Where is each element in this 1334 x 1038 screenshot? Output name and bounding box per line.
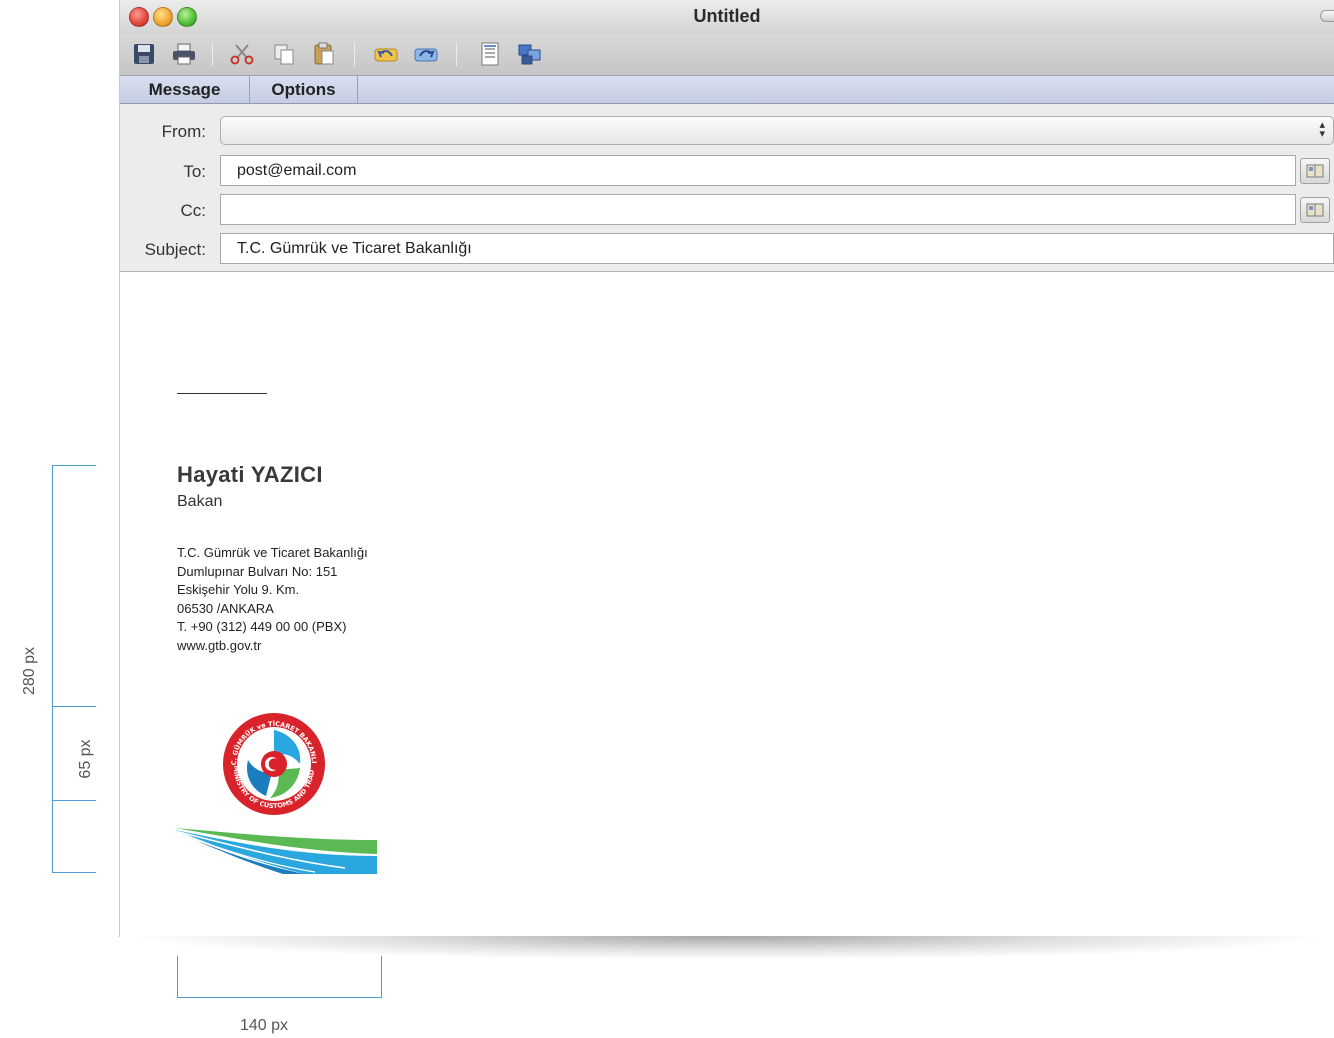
to-field[interactable]: post@email.com — [220, 155, 1296, 186]
subject-label: Subject: — [144, 240, 206, 259]
tab-bar: Message Options — [120, 75, 1334, 104]
paste-icon[interactable] — [310, 40, 338, 68]
height-guide — [52, 465, 96, 873]
brand-swoosh-graphic — [175, 828, 377, 874]
subject-field[interactable]: T.C. Gümrük ve Ticaret Bakanlığı — [220, 233, 1334, 264]
address-line: 06530 /ANKARA — [177, 600, 274, 616]
ministry-logo: T.C. GÜMRÜK ve TİCARET BAKANLIĞI MINISTR… — [222, 712, 325, 815]
screenshot-stage: Untitled Message Options From: ▴ ▾ To: p… — [0, 0, 1334, 1038]
address-line: Dumlupınar Bulvarı No: 151 — [177, 563, 338, 579]
copy-icon[interactable] — [270, 40, 298, 68]
mail-compose-window: Untitled Message Options From: ▴ ▾ To: p… — [119, 0, 1334, 937]
title-bar: Untitled — [120, 0, 1334, 34]
toolbar — [120, 34, 1334, 75]
to-label: To: — [183, 162, 206, 181]
from-select[interactable]: ▴ ▾ — [220, 116, 1334, 145]
redo-icon[interactable] — [412, 40, 440, 68]
from-label: From: — [161, 122, 206, 141]
logo-guide-top — [52, 706, 96, 707]
toolbar-separator — [456, 42, 457, 66]
attach-icon[interactable] — [476, 40, 504, 68]
print-icon[interactable] — [170, 40, 198, 68]
signature-name: Hayati YAZICI — [177, 462, 323, 487]
address-line: T. +90 (312) 449 00 00 (PBX) — [177, 619, 347, 634]
cc-label: Cc: — [180, 201, 207, 220]
layout-icon[interactable] — [516, 40, 544, 68]
height-guide-label: 280 px — [21, 646, 38, 696]
logo-guide-bottom — [52, 800, 96, 801]
cut-icon[interactable] — [228, 40, 256, 68]
tab-message[interactable]: Message — [120, 76, 250, 104]
address-line: T.C. Gümrük ve Ticaret Bakanlığı — [177, 545, 368, 560]
cc-field[interactable] — [220, 194, 1296, 225]
logo-height-label: 65 px — [77, 739, 94, 779]
toolbar-separator — [354, 42, 355, 66]
signature-role: Bakan — [177, 493, 223, 510]
address-book-icon[interactable] — [1300, 158, 1330, 184]
tab-options[interactable]: Options — [250, 76, 358, 104]
toolbar-toggle-button[interactable] — [1320, 10, 1334, 22]
select-arrows-icon: ▴ ▾ — [1319, 119, 1325, 140]
website-link[interactable]: www.gtb.gov.tr — [177, 637, 368, 656]
undo-icon[interactable] — [372, 40, 400, 68]
address-line: Eskişehir Yolu 9. Km. — [177, 582, 300, 597]
width-guide — [177, 956, 382, 998]
save-icon[interactable] — [130, 40, 158, 68]
address-book-icon[interactable] — [1300, 197, 1330, 223]
signature-separator: — — — — [177, 393, 267, 394]
message-header: From: ▴ ▾ To: post@email.com Cc: Subject:… — [120, 104, 1334, 272]
width-guide-label: 140 px — [240, 1017, 289, 1034]
signature-address: T.C. Gümrük ve Ticaret Bakanlığı Dumlupı… — [177, 544, 368, 655]
window-title: Untitled — [693, 6, 761, 26]
toolbar-separator — [212, 42, 213, 66]
